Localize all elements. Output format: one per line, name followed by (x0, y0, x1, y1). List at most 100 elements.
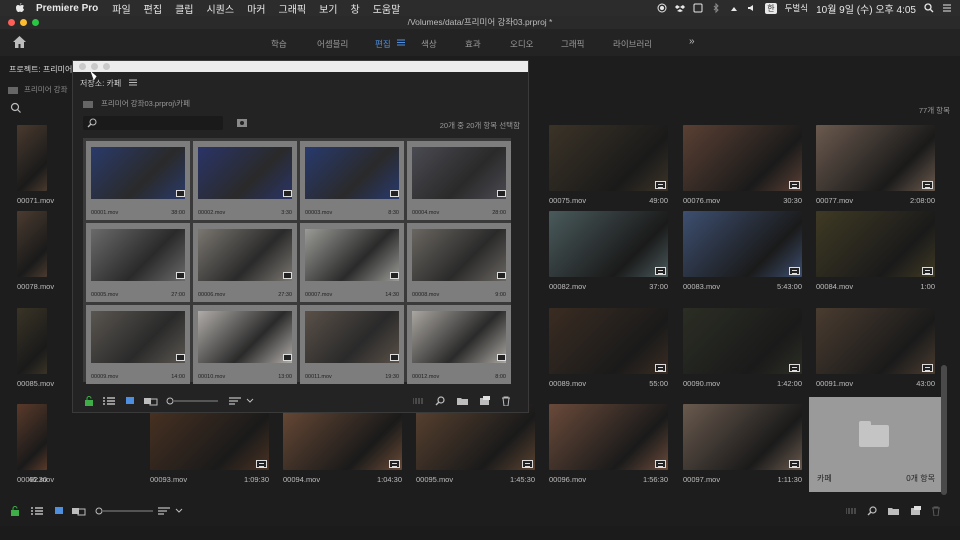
project-clip[interactable]: 00083.mov 5:43:00 (683, 211, 802, 291)
icon-view-icon[interactable] (54, 506, 64, 516)
bin-clip-tile[interactable]: 00004.mov 28:00 (407, 141, 511, 220)
find-icon[interactable] (867, 506, 878, 516)
more-workspaces-button[interactable]: » (689, 36, 695, 47)
bin-folder-tile[interactable]: 카페 0개 항목 (809, 397, 941, 492)
project-clip[interactable]: 00094.mov 1:04:30 (283, 404, 402, 484)
list-view-icon[interactable] (103, 396, 115, 406)
menu-file[interactable]: 파일 (112, 1, 130, 16)
bin-clip-tile[interactable]: 00001.mov 38:00 (86, 141, 190, 220)
new-item-icon[interactable] (910, 506, 921, 516)
menu-sequence[interactable]: 시퀀스 (206, 1, 234, 16)
display-icon[interactable] (693, 3, 703, 13)
new-item-icon[interactable] (479, 396, 490, 406)
trash-icon[interactable] (501, 396, 511, 406)
workspace-tab-effects[interactable]: 효과 (465, 38, 481, 50)
menu-window[interactable]: 창 (351, 1, 360, 16)
project-clip[interactable]: 00093.mov 1:09:30 (150, 404, 269, 484)
workspace-tab-editing[interactable]: 편집 (375, 38, 391, 50)
zoom-slider[interactable] (166, 396, 218, 406)
new-search-bin-icon[interactable] (237, 118, 247, 127)
menu-marker[interactable]: 마커 (247, 1, 265, 16)
bin-clip-tile[interactable]: 00012.mov 8:00 (407, 305, 511, 384)
volume-icon[interactable] (747, 3, 757, 13)
automate-sequence-icon[interactable] (846, 506, 858, 516)
workspace-tab-learning[interactable]: 학습 (271, 38, 287, 50)
bin-clip-tile[interactable]: 00007.mov 14:30 (300, 223, 404, 302)
clock[interactable]: 10월 9일 (수) 오후 4:05 (816, 1, 916, 16)
bin-clip-tile[interactable]: 00010.mov 13:00 (193, 305, 297, 384)
menu-help[interactable]: 도움말 (373, 1, 401, 16)
project-panel-tab[interactable]: 프로젝트: 프리미어 (9, 64, 72, 75)
bin-clip-tile[interactable]: 00009.mov 14:00 (86, 305, 190, 384)
menu-clip[interactable]: 클립 (175, 1, 193, 16)
input-method-badge[interactable]: 한 (765, 2, 777, 14)
airplay-icon[interactable] (729, 3, 739, 13)
project-search-icon[interactable] (10, 102, 22, 114)
new-bin-icon[interactable] (888, 506, 899, 516)
window-minimize-button[interactable] (20, 19, 27, 26)
search-icon[interactable] (924, 3, 934, 13)
panel-menu-icon[interactable] (129, 79, 138, 86)
folder-up-icon[interactable] (83, 100, 93, 108)
bin-window-titlebar[interactable] (73, 61, 528, 72)
workspace-tab-graphics[interactable]: 그래픽 (561, 38, 584, 50)
project-clip[interactable]: 00096.mov 1:56:30 (549, 404, 668, 484)
bin-clip-tile[interactable]: 00011.mov 19:30 (300, 305, 404, 384)
project-clip[interactable]: 00085.mov (17, 308, 54, 388)
bin-zoom-button[interactable] (103, 63, 110, 70)
freeform-view-icon[interactable] (72, 506, 86, 516)
control-center-icon[interactable] (942, 3, 952, 13)
new-bin-icon[interactable] (457, 396, 468, 406)
project-clip[interactable]: 00077.mov 2:08:00 (816, 125, 935, 205)
project-clip[interactable]: 00095.mov 1:45:30 (416, 404, 535, 484)
app-menu[interactable]: Premiere Pro (36, 3, 98, 14)
window-close-button[interactable] (8, 19, 15, 26)
project-scrollbar[interactable] (941, 365, 947, 495)
freeform-view-icon[interactable] (144, 396, 158, 406)
project-clip[interactable]: 00091.mov 43:00 (816, 308, 935, 388)
project-clip[interactable]: 00089.mov 55:00 (549, 308, 668, 388)
project-clip[interactable]: 00078.mov (17, 211, 54, 291)
menu-edit[interactable]: 편집 (144, 1, 162, 16)
bin-minimize-button[interactable] (91, 63, 98, 70)
workspace-tab-libraries[interactable]: 라이브러리 (613, 38, 652, 50)
folder-up-icon[interactable] (8, 86, 18, 94)
list-view-icon[interactable] (31, 506, 43, 516)
bin-close-button[interactable] (79, 63, 86, 70)
menu-view[interactable]: 보기 (319, 1, 337, 16)
zoom-slider[interactable] (95, 506, 155, 516)
lock-icon[interactable] (84, 396, 94, 406)
project-clip[interactable]: 00071.mov (17, 125, 54, 205)
trash-icon[interactable] (931, 506, 941, 516)
project-clip[interactable]: 00076.mov 30:30 (683, 125, 802, 205)
icon-view-icon[interactable] (125, 396, 135, 406)
sort-icon[interactable] (229, 396, 241, 406)
bin-panel-tab[interactable]: 저장소: 카페 (80, 79, 121, 88)
bin-clip-tile[interactable]: 00002.mov 3:30 (193, 141, 297, 220)
workspace-tab-audio[interactable]: 오디오 (510, 38, 533, 50)
bluetooth-icon[interactable] (711, 3, 721, 13)
window-zoom-button[interactable] (32, 19, 39, 26)
project-clip[interactable]: 00092.mov 46:30 (17, 404, 54, 484)
sort-icon[interactable] (158, 506, 170, 516)
workspace-tab-assembly[interactable]: 어셈블리 (317, 38, 348, 50)
project-clip[interactable]: 00097.mov 1:11:30 (683, 404, 802, 484)
workspace-menu-icon[interactable] (397, 39, 405, 46)
chevron-down-icon[interactable] (175, 506, 183, 516)
chevron-down-icon[interactable] (246, 396, 254, 406)
record-icon[interactable] (657, 3, 667, 13)
bin-clip-tile[interactable]: 00003.mov 8:30 (300, 141, 404, 220)
bin-clip-tile[interactable]: 00008.mov 9:00 (407, 223, 511, 302)
menu-graphics[interactable]: 그래픽 (279, 1, 307, 16)
bin-clip-tile[interactable]: 00005.mov 27:00 (86, 223, 190, 302)
lock-icon[interactable] (10, 506, 20, 516)
project-clip[interactable]: 00090.mov 1:42:00 (683, 308, 802, 388)
find-icon[interactable] (435, 396, 446, 406)
bin-clip-tile[interactable]: 00006.mov 27:30 (193, 223, 297, 302)
project-clip[interactable]: 00075.mov 49:00 (549, 125, 668, 205)
dropbox-icon[interactable] (675, 3, 686, 13)
home-icon[interactable] (13, 36, 26, 48)
workspace-tab-color[interactable]: 색상 (421, 38, 437, 50)
project-clip[interactable]: 00082.mov 37:00 (549, 211, 668, 291)
automate-sequence-icon[interactable] (413, 396, 425, 406)
